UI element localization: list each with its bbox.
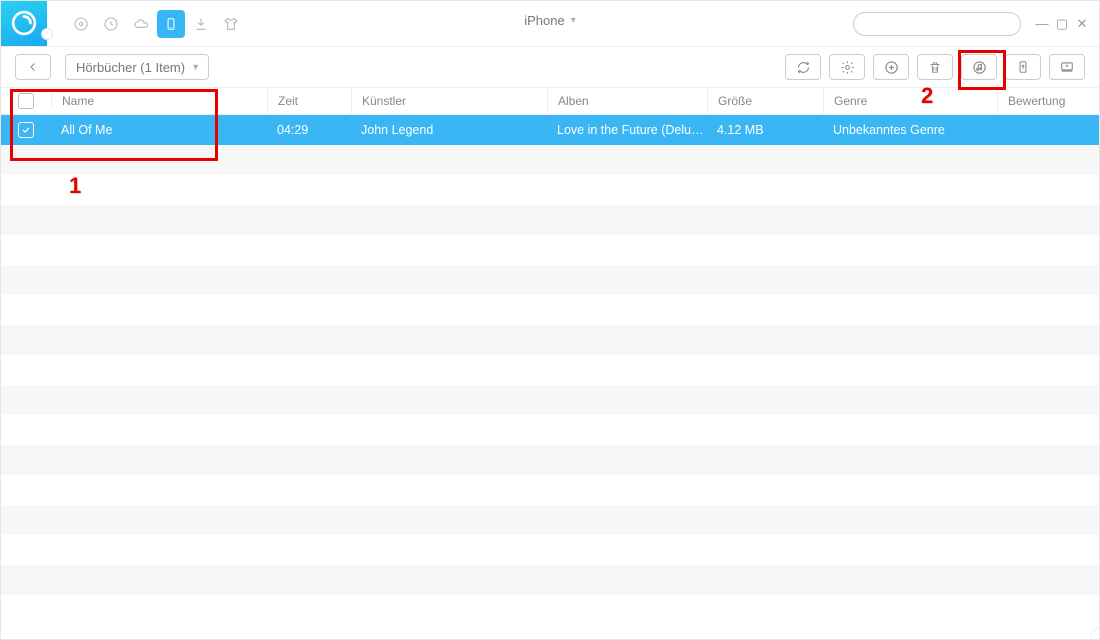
cell-name: All Of Me	[51, 123, 267, 137]
to-itunes-button[interactable]	[961, 54, 997, 80]
search-input[interactable]	[862, 16, 1021, 32]
column-header-size[interactable]: Größe	[708, 88, 824, 114]
nav-download-icon[interactable]	[187, 10, 215, 38]
nav-clock-icon[interactable]	[97, 10, 125, 38]
refresh-button[interactable]	[785, 54, 821, 80]
nav-music-icon[interactable]	[67, 10, 95, 38]
device-title-text: iPhone	[524, 13, 564, 28]
cell-time: 04:29	[267, 123, 351, 137]
to-computer-button[interactable]	[1049, 54, 1085, 80]
row-checkbox[interactable]	[1, 122, 51, 138]
delete-button[interactable]	[917, 54, 953, 80]
cell-album: Love in the Future (Delux...	[547, 123, 707, 137]
add-button[interactable]	[873, 54, 909, 80]
select-all-checkbox[interactable]	[1, 93, 52, 109]
window-minimize-button[interactable]: —	[1035, 16, 1049, 32]
window-maximize-button[interactable]: ▢	[1055, 16, 1069, 32]
nav-cloud-icon[interactable]	[127, 10, 155, 38]
nav-device-icon[interactable]	[157, 10, 185, 38]
category-label: Hörbücher (1 Item)	[76, 60, 185, 75]
empty-rows	[1, 145, 1099, 625]
search-input-container[interactable]	[853, 12, 1021, 36]
nav-shirt-icon[interactable]	[217, 10, 245, 38]
column-header-name[interactable]: Name	[52, 88, 268, 114]
window-close-button[interactable]: ✕	[1075, 16, 1089, 32]
device-title[interactable]: iPhone ▾	[524, 13, 576, 28]
category-dropdown[interactable]: Hörbücher (1 Item) ▾	[65, 54, 209, 80]
resize-grip-icon[interactable]: ⋰	[1089, 626, 1097, 637]
column-header-album[interactable]: Alben	[548, 88, 708, 114]
column-header-time[interactable]: Zeit	[268, 88, 352, 114]
chevron-down-icon: ▾	[571, 15, 576, 26]
back-button[interactable]	[15, 54, 51, 80]
table-row[interactable]: All Of Me 04:29 John Legend Love in the …	[1, 115, 1099, 145]
settings-button[interactable]	[829, 54, 865, 80]
chevron-down-icon: ▾	[193, 62, 198, 73]
column-header-rating[interactable]: Bewertung	[998, 88, 1099, 114]
to-device-button[interactable]	[1005, 54, 1041, 80]
cell-artist: John Legend	[351, 123, 547, 137]
app-logo	[1, 0, 47, 46]
column-header-genre[interactable]: Genre	[824, 88, 998, 114]
cell-size: 4.12 MB	[707, 123, 823, 137]
column-header-artist[interactable]: Künstler	[352, 88, 548, 114]
cell-genre: Unbekanntes Genre	[823, 123, 997, 137]
